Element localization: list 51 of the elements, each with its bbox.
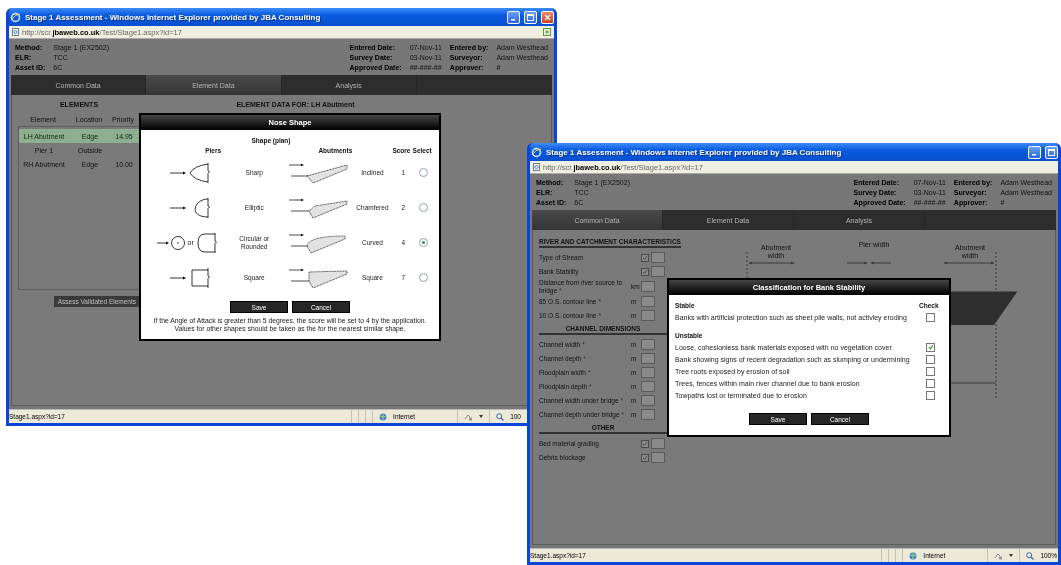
close-icon — [544, 13, 551, 21]
input-field[interactable] — [641, 296, 655, 307]
checkbox[interactable] — [926, 354, 935, 364]
radio-button[interactable] — [418, 203, 428, 212]
checkbox[interactable] — [926, 378, 935, 388]
security-icon[interactable] — [994, 551, 1004, 560]
maximize-button[interactable] — [524, 10, 537, 24]
window-title: Stage 1 Assessment - Windows Internet Explorer provided by JBA Consulting — [25, 12, 322, 22]
checkbox-icon[interactable] — [641, 453, 649, 462]
globe-icon — [909, 551, 918, 560]
radio-button[interactable] — [418, 168, 428, 177]
radio-button[interactable] — [418, 238, 428, 247]
globe-icon — [379, 412, 388, 421]
input-field[interactable] — [641, 339, 655, 350]
page-icon — [12, 28, 19, 36]
input-field[interactable] — [641, 281, 655, 292]
zoom-icon[interactable] — [1026, 551, 1035, 560]
checkbox-icon[interactable] — [641, 253, 649, 262]
minimize-button[interactable] — [507, 10, 520, 24]
checkbox-icon[interactable] — [641, 267, 649, 276]
input-field[interactable] — [641, 367, 655, 378]
browser-icon — [10, 11, 21, 23]
dropdown-field[interactable] — [651, 452, 665, 463]
maximize-icon — [527, 13, 534, 21]
checkbox[interactable] — [926, 366, 935, 376]
security-icon[interactable] — [464, 412, 474, 421]
caret-icon[interactable] — [1009, 554, 1014, 557]
dropdown-field[interactable] — [651, 252, 665, 263]
radio-button[interactable] — [418, 273, 428, 282]
zoom-icon[interactable] — [496, 412, 505, 421]
dropdown-field[interactable] — [651, 438, 665, 449]
input-field[interactable] — [641, 381, 655, 392]
input-field[interactable] — [641, 395, 655, 406]
caret-icon[interactable] — [479, 415, 484, 418]
checkbox[interactable] — [926, 390, 935, 400]
checkbox-icon[interactable] — [641, 439, 649, 448]
page-icon — [533, 163, 540, 171]
checkbox[interactable] — [926, 342, 935, 352]
minimize-button[interactable] — [1028, 145, 1041, 159]
maximize-icon — [1048, 148, 1055, 156]
pier-nose-icon — [194, 230, 219, 255]
input-field[interactable] — [641, 353, 655, 364]
close-button[interactable] — [541, 10, 554, 24]
input-field[interactable] — [641, 310, 655, 321]
maximize-button[interactable] — [1045, 145, 1058, 159]
window-title: Stage 1 Assessment - Windows Internet Explorer provided by JBA Consulting — [546, 147, 843, 157]
compatibility-icon[interactable] — [543, 28, 551, 36]
browser-icon — [531, 146, 542, 158]
input-field[interactable] — [641, 409, 655, 420]
checkbox[interactable] — [926, 312, 935, 322]
dropdown-field[interactable] — [651, 266, 665, 277]
